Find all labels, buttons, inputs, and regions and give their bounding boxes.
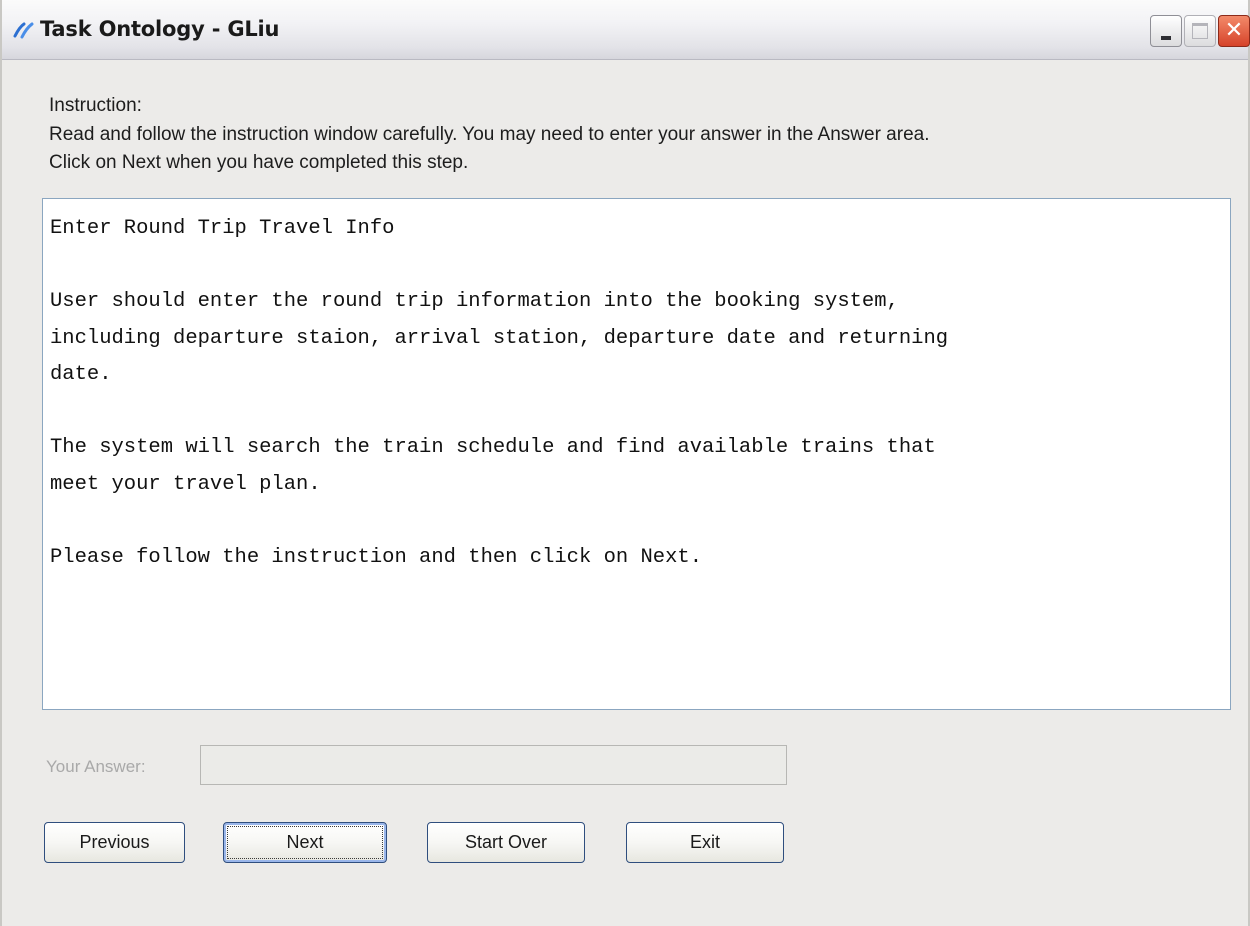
close-icon: ✕ xyxy=(1224,18,1244,43)
task-ontology-window: Task Ontology - GLiu ✕ Instruction: Read… xyxy=(0,0,1250,926)
instruction-line-1: Read and follow the instruction window c… xyxy=(49,124,930,145)
start-over-button-label: Start Over xyxy=(464,832,548,852)
app-logo-icon xyxy=(13,22,34,39)
instruction-heading: Instruction: xyxy=(49,95,142,116)
exit-button[interactable]: Exit xyxy=(626,822,784,863)
minimize-button[interactable] xyxy=(1150,15,1182,47)
maximize-button xyxy=(1184,15,1216,47)
window-title: Task Ontology - GLiu xyxy=(40,17,280,41)
exit-button-label: Exit xyxy=(689,832,720,852)
previous-button[interactable]: Previous xyxy=(44,822,185,863)
maximize-icon xyxy=(1192,23,1208,39)
title-bar[interactable]: Task Ontology - GLiu ✕ xyxy=(2,0,1250,60)
close-button[interactable]: ✕ xyxy=(1218,15,1250,47)
instruction-line-2: Click on Next when you have completed th… xyxy=(49,152,469,173)
next-button-label: Next xyxy=(286,832,324,852)
answer-label: Your Answer: xyxy=(46,757,146,776)
next-button[interactable]: Next xyxy=(223,822,387,863)
previous-button-label: Previous xyxy=(79,832,150,852)
task-description-panel[interactable]: Enter Round Trip Travel Info User should… xyxy=(42,198,1231,710)
answer-input[interactable] xyxy=(200,745,787,785)
start-over-button[interactable]: Start Over xyxy=(427,822,585,863)
minimize-icon xyxy=(1161,36,1171,40)
